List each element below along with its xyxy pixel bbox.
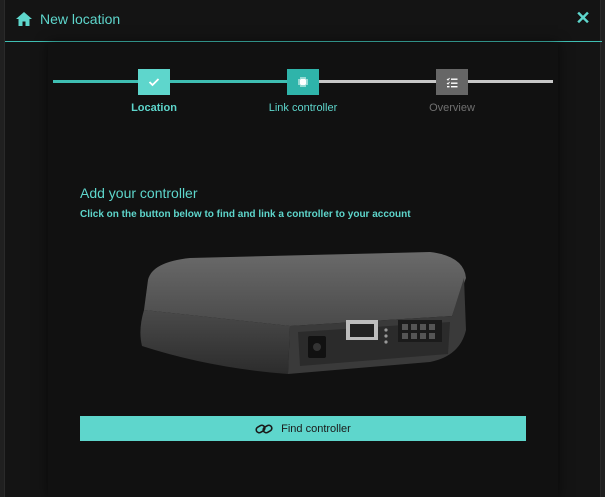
section-instructions: Click on the button below to find and li…	[80, 209, 411, 220]
find-controller-button[interactable]: Find controller	[80, 416, 526, 441]
stepper-remaining-line	[307, 80, 553, 83]
stepper-progress-line	[53, 80, 307, 83]
step-label-overview: Overview	[429, 102, 475, 114]
find-controller-label: Find controller	[281, 422, 351, 435]
dialog-header: New location ✕	[5, 0, 602, 42]
list-icon	[446, 77, 458, 87]
step-overview[interactable]	[436, 69, 468, 95]
link-icon	[255, 423, 273, 434]
step-label-location: Location	[131, 102, 177, 114]
check-icon	[148, 78, 160, 87]
home-icon	[16, 12, 32, 26]
dialog-title: New location	[40, 11, 121, 27]
chip-icon	[298, 77, 308, 87]
close-icon[interactable]: ✕	[575, 9, 591, 27]
step-link-controller[interactable]	[287, 69, 319, 95]
step-label-link-controller: Link controller	[268, 102, 338, 114]
step-location[interactable]	[138, 69, 170, 95]
section-heading: Add your controller	[80, 185, 198, 201]
controller-device-image	[140, 252, 466, 374]
